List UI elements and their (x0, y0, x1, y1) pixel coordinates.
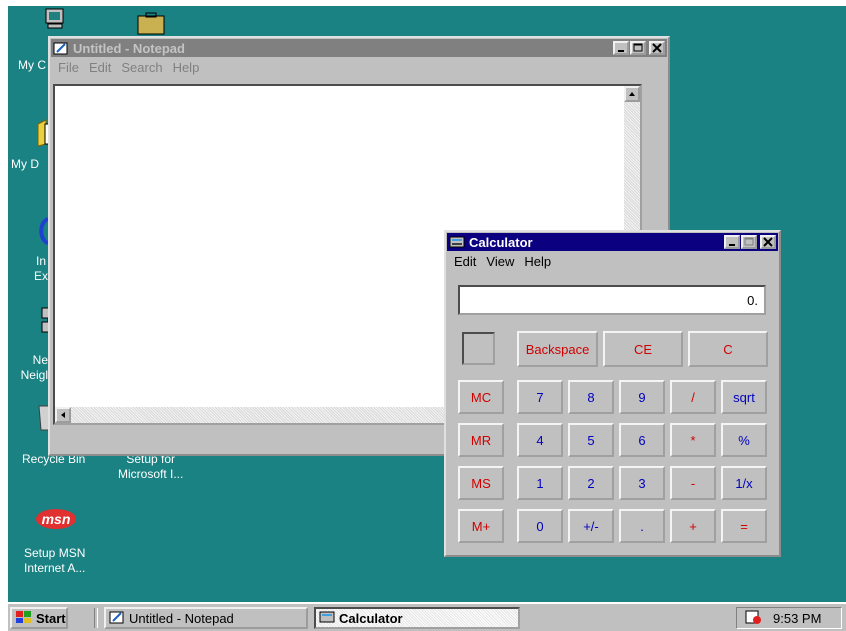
digit-5-button[interactable]: 5 (568, 423, 614, 457)
desktop-icon-setup-microsoft-label[interactable]: Setup for Microsoft I... (118, 452, 183, 482)
add-button[interactable]: + (670, 509, 716, 543)
desktop: My C My D In Ex Ne Neigl Recycle Bin Set… (8, 6, 846, 631)
start-button[interactable]: Start (10, 607, 68, 629)
clear-entry-button[interactable]: CE (603, 331, 683, 367)
digit-1-button[interactable]: 1 (517, 466, 563, 500)
notepad-menubar: File Edit Search Help (50, 58, 668, 77)
digit-4-button[interactable]: 4 (517, 423, 563, 457)
svg-text:msn: msn (42, 511, 71, 527)
taskbar-notepad-button[interactable]: Untitled - Notepad (104, 607, 308, 629)
briefcase-icon[interactable] (136, 12, 168, 38)
memory-recall-button[interactable]: MR (458, 423, 504, 457)
menu-help[interactable]: Help (173, 60, 200, 75)
clear-button[interactable]: C (688, 331, 768, 367)
taskbar-notepad-label: Untitled - Notepad (129, 610, 234, 626)
calc-menu-edit[interactable]: Edit (454, 254, 476, 269)
percent-button[interactable]: % (721, 423, 767, 457)
digit-2-button[interactable]: 2 (568, 466, 614, 500)
taskbar-divider (94, 608, 98, 628)
calc-menu-view[interactable]: View (486, 254, 514, 269)
menu-edit[interactable]: Edit (89, 60, 111, 75)
notepad-taskbar-icon (109, 610, 125, 627)
menu-file[interactable]: File (58, 60, 79, 75)
icon-label-line2: Microsoft I... (118, 467, 184, 481)
icon-label-line2: Neigl (20, 368, 48, 382)
icon-label: Setup MSN (24, 546, 86, 560)
scroll-left-arrow-icon[interactable] (55, 407, 71, 423)
icon-label: My D (11, 157, 39, 171)
icon-label: Ne (32, 353, 48, 367)
system-tray: 9:53 PM (736, 607, 842, 629)
scheduler-tray-icon[interactable] (745, 609, 763, 628)
digit-8-button[interactable]: 8 (568, 380, 614, 414)
desktop-icon-my-computer-label[interactable]: My C (18, 58, 46, 73)
taskbar-calculator-button[interactable]: Calculator (314, 607, 520, 629)
calc-menu-help[interactable]: Help (524, 254, 551, 269)
desktop-icon-my-documents-label[interactable]: My D (11, 157, 39, 172)
desktop-icon-internet-explorer-label[interactable]: In Ex (34, 254, 48, 284)
calculator-title: Calculator (469, 234, 533, 250)
memory-clear-button[interactable]: MC (458, 380, 504, 414)
notepad-title: Untitled - Notepad (73, 40, 185, 56)
sign-toggle-button[interactable]: +/- (568, 509, 614, 543)
calculator-titlebar[interactable]: Calculator (447, 233, 778, 251)
digit-3-button[interactable]: 3 (619, 466, 665, 500)
calculator-menubar: Edit View Help (446, 252, 779, 271)
calculator-display: 0. (458, 285, 766, 315)
digit-0-button[interactable]: 0 (517, 509, 563, 543)
calculator-taskbar-icon (319, 610, 335, 627)
notepad-close-button[interactable] (649, 41, 665, 55)
digit-6-button[interactable]: 6 (619, 423, 665, 457)
memory-store-button[interactable]: MS (458, 466, 504, 500)
divide-button[interactable]: / (670, 380, 716, 414)
start-label: Start (36, 610, 66, 626)
notepad-minimize-button[interactable] (613, 41, 629, 55)
calculator-window: Calculator Edit View Help 0. Backspace C… (444, 230, 781, 557)
calculator-maximize-button[interactable] (741, 235, 757, 249)
icon-label: In (36, 254, 47, 268)
desktop-icon-setup-msn-label[interactable]: Setup MSN Internet A... (24, 546, 85, 576)
memory-add-button[interactable]: M+ (458, 509, 504, 543)
notepad-titlebar[interactable]: Untitled - Notepad (51, 39, 667, 57)
taskbar: Start Untitled - Notepad Calculator 9:53… (8, 602, 846, 631)
decimal-point-button[interactable]: . (619, 509, 665, 543)
msn-logo-icon[interactable]: msn (34, 506, 78, 532)
multiply-button[interactable]: * (670, 423, 716, 457)
digit-7-button[interactable]: 7 (517, 380, 563, 414)
my-computer-icon[interactable] (44, 8, 68, 30)
windows-logo-icon (15, 610, 33, 627)
taskbar-calculator-label: Calculator (339, 610, 403, 626)
backspace-button[interactable]: Backspace (517, 331, 598, 367)
calculator-close-button[interactable] (760, 235, 776, 249)
notepad-app-icon (53, 41, 69, 55)
memory-indicator (462, 332, 495, 365)
calculator-app-icon (449, 235, 465, 249)
calculator-minimize-button[interactable] (724, 235, 740, 249)
scroll-up-arrow-icon[interactable] (624, 86, 640, 102)
sqrt-button[interactable]: sqrt (721, 380, 767, 414)
menu-search[interactable]: Search (121, 60, 162, 75)
subtract-button[interactable]: - (670, 466, 716, 500)
clock[interactable]: 9:53 PM (773, 611, 821, 626)
desktop-icon-network-label[interactable]: Ne Neigl (8, 353, 48, 383)
reciprocal-button[interactable]: 1/x (721, 466, 767, 500)
notepad-maximize-button[interactable] (630, 41, 646, 55)
equals-button[interactable]: = (721, 509, 767, 543)
digit-9-button[interactable]: 9 (619, 380, 665, 414)
icon-label: My C (18, 58, 46, 72)
icon-label-line2: Internet A... (24, 561, 86, 575)
icon-label-line2: Ex (34, 269, 49, 283)
